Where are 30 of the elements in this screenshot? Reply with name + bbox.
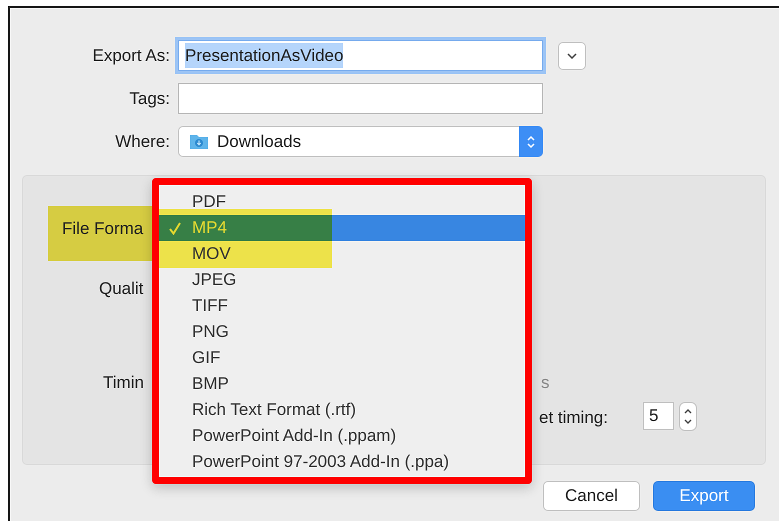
field-label: Qualit — [99, 278, 144, 300]
menu-item[interactable]: JPEG — [159, 267, 525, 293]
menu-item[interactable]: PowerPoint Add-In (.ppam) — [159, 423, 525, 449]
menu-item[interactable]: PowerPoint 97-2003 Add-In (.ppa) — [159, 449, 525, 475]
field-label: File Forma — [62, 218, 144, 240]
field-label: et timing: — [539, 407, 608, 429]
field-label: Tags: — [128, 88, 171, 110]
popup-value: Downloads — [217, 130, 302, 153]
stepper[interactable] — [679, 402, 697, 431]
cancel-button[interactable]: Cancel — [543, 481, 640, 511]
faint-text: s — [541, 372, 550, 394]
field-value: PresentationAsVideo — [185, 42, 344, 68]
filename-field[interactable]: PresentationAsVideo — [178, 40, 543, 71]
menu-item[interactable]: GIF — [159, 345, 525, 371]
location-popup[interactable]: Downloads — [178, 126, 543, 157]
timing-field[interactable]: 5 — [643, 402, 674, 430]
folder-icon — [189, 133, 209, 150]
chevron-down-icon — [567, 52, 577, 58]
tags-field[interactable] — [178, 83, 543, 114]
field-label: Export As: — [92, 44, 171, 67]
field-label: Where: — [114, 130, 171, 153]
menu-item[interactable]: PNG — [159, 319, 525, 345]
menu-item[interactable]: MOV — [159, 241, 525, 267]
field-label: Timin — [103, 372, 144, 394]
menu-item[interactable]: PDF — [159, 189, 525, 215]
stepper-icon — [519, 126, 543, 157]
menu-item[interactable]: Rich Text Format (.rtf) — [159, 397, 525, 423]
menu-item[interactable]: TIFF — [159, 293, 525, 319]
expand-button[interactable] — [558, 42, 586, 70]
menu-item[interactable]: BMP — [159, 371, 525, 397]
